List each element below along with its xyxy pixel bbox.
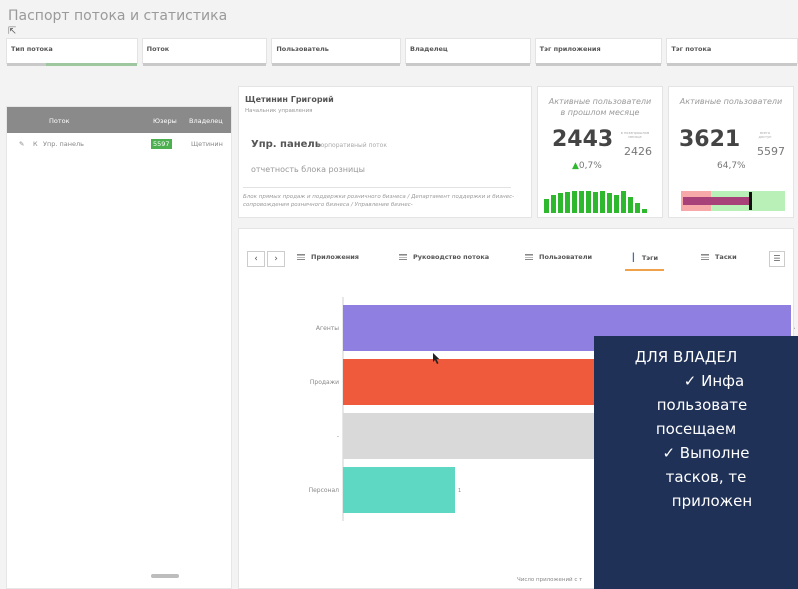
filter-stream-type[interactable]: Тип потока <box>6 38 138 66</box>
kpi-total: 5597 <box>757 145 785 158</box>
divider <box>243 187 511 188</box>
kpi-active-total: Активные пользователи 3621 всего доступ … <box>668 86 794 218</box>
stream-description: отчетность блока розницы <box>251 165 365 174</box>
app-name: Упр. панель <box>251 139 322 150</box>
column-stream[interactable]: Поток <box>49 117 70 125</box>
filter-app-tag[interactable]: Тэг приложения <box>534 38 663 66</box>
table-row[interactable]: ✎ К Упр. панель 5597 Щетинин <box>7 139 231 153</box>
value-label-0: 4 <box>794 326 795 332</box>
bar-3[interactable] <box>343 467 455 513</box>
filter-owner[interactable]: Владелец <box>404 38 531 66</box>
kpi-value: 3621 <box>679 127 741 152</box>
row-stream-name: Упр. панель <box>43 140 84 148</box>
pin-icon: ✎ <box>19 140 25 148</box>
owner-name: Щетинин Григорий <box>245 95 334 104</box>
table-header: Поток Юзеры Владелец <box>7 107 231 133</box>
kpi-note: всего доступ <box>758 131 772 139</box>
filter-stream-tag[interactable]: Тэг потока <box>666 38 798 66</box>
org-path: Блок прямых продаж и поддержки розничног… <box>243 194 515 208</box>
overlay-line: ✓ Инфа <box>683 372 745 390</box>
cursor-icon: ⇱ <box>8 26 17 37</box>
column-users[interactable]: Юзеры <box>153 117 177 125</box>
row-flag: К <box>33 140 38 148</box>
row-owner: Щетинин <box>191 140 223 148</box>
kpi-gauge <box>681 191 785 211</box>
kpi-percent: 64,7% <box>717 161 746 171</box>
x-axis-label: Число приложений с т <box>517 576 583 583</box>
dashboard-window: Паспорт потока и статистика ⇱ Тип потока… <box>0 0 798 589</box>
kpi-compare: 2426 <box>624 145 652 158</box>
filter-bar: Тип потока Поток Пользователь Владелец Т… <box>6 38 798 66</box>
scrollbar-handle[interactable] <box>151 574 179 578</box>
arrow-up-icon: ▲ <box>572 161 579 171</box>
kpi-title: Активные пользователи <box>679 97 783 106</box>
value-label-3: 1 <box>458 488 461 494</box>
category-label-3: Персонал <box>309 487 340 494</box>
kpi-sparkline <box>544 191 658 213</box>
overlay-line: посещаем <box>655 420 737 438</box>
overlay-line: ✓ Выполне <box>662 444 750 462</box>
overlay-line: приложен <box>671 492 753 510</box>
page-title: Паспорт потока и статистика <box>8 8 228 24</box>
category-label-0: Агенты <box>316 325 339 332</box>
kpi-change: ▲0,7% <box>572 161 602 171</box>
category-label-2: - <box>337 433 339 440</box>
filter-user[interactable]: Пользователь <box>271 38 401 66</box>
category-label-1: Продажи <box>310 379 339 386</box>
kpi-value: 2443 <box>552 127 614 152</box>
kpi-change-value: 0,7% <box>578 161 602 171</box>
kpi-note: в позапрошлом месяце <box>620 131 650 139</box>
overlay-line: пользовате <box>656 396 748 414</box>
overlay-line: ДЛЯ ВЛАДЕЛ <box>634 348 738 366</box>
kpi-last-month: Активные пользователи в прошлом месяце 2… <box>537 86 663 218</box>
owner-role: Начальник управления <box>245 108 313 114</box>
column-owner[interactable]: Владелец <box>189 117 223 125</box>
kpi-title: Активные пользователи <box>548 97 652 106</box>
kpi-subtitle: в прошлом месяце <box>560 108 640 117</box>
app-type: корпоративный поток <box>317 142 387 149</box>
overlay-line: тасков, те <box>665 468 747 486</box>
streams-table: Поток Юзеры Владелец ✎ К Упр. панель 559… <box>6 106 232 589</box>
owner-info-card: Щетинин Григорий Начальник управления Уп… <box>238 86 532 218</box>
row-users-badge: 5597 <box>151 139 172 149</box>
filter-stream[interactable]: Поток <box>141 38 268 66</box>
promo-overlay: ДЛЯ ВЛАДЕЛ ✓ Инфа пользовате посещаем ✓ Выпо… <box>594 336 798 589</box>
